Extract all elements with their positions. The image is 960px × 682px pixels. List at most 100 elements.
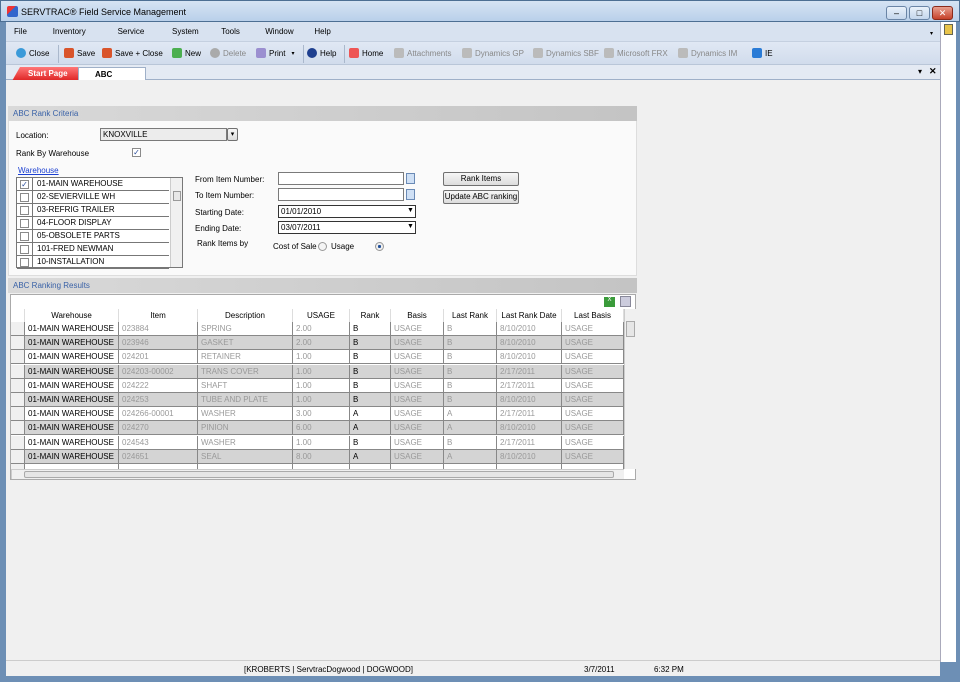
warehouse-checkbox[interactable] bbox=[20, 232, 29, 241]
menu-help[interactable]: Help bbox=[314, 27, 330, 36]
table-row[interactable]: 01-MAIN WAREHOUSE 024203-00002 TRANS COVER… bbox=[11, 364, 624, 379]
column-header-warehouse[interactable]: Warehouse bbox=[25, 309, 119, 322]
warehouse-checkbox[interactable] bbox=[20, 193, 29, 202]
menu-system[interactable]: System bbox=[172, 27, 199, 36]
maximize-button[interactable]: □ bbox=[909, 6, 930, 20]
row-selector[interactable] bbox=[11, 378, 25, 393]
print-button[interactable]: Print ▾ bbox=[256, 48, 294, 58]
menu-service[interactable]: Service bbox=[118, 27, 145, 36]
warehouse-checkbox[interactable]: ✓ bbox=[20, 180, 29, 189]
table-row[interactable]: 01-MAIN WAREHOUSE 023884 SPRING 2.00 B USAGE B… bbox=[11, 322, 624, 336]
column-header-rank[interactable]: Rank bbox=[350, 309, 391, 322]
home-button[interactable]: Home bbox=[349, 48, 383, 58]
from-item-lookup-icon[interactable] bbox=[406, 173, 415, 184]
menu-tools[interactable]: Tools bbox=[221, 27, 240, 36]
warehouse-list-item[interactable]: 02-SEVIERVILLE WH bbox=[17, 191, 169, 204]
from-item-input[interactable] bbox=[278, 172, 404, 185]
starting-date-picker[interactable]: 01/01/2010 bbox=[278, 205, 416, 218]
warehouse-list-item[interactable]: 04-FLOOR DISPLAY bbox=[17, 217, 169, 230]
table-row[interactable]: 01-MAIN WAREHOUSE 024270 PINION 6.00 A USAGE A… bbox=[11, 421, 624, 436]
menu-overflow-icon[interactable]: ▾ bbox=[930, 30, 933, 37]
table-row[interactable] bbox=[11, 464, 624, 469]
row-selector[interactable] bbox=[11, 407, 25, 422]
row-selector[interactable] bbox=[11, 393, 25, 407]
cell-last-rank bbox=[444, 464, 497, 469]
cell-basis: USAGE bbox=[391, 393, 444, 407]
usage-radio[interactable] bbox=[375, 242, 384, 251]
warehouse-checkbox[interactable] bbox=[20, 245, 29, 254]
save-close-button[interactable]: Save + Close bbox=[102, 48, 163, 58]
print-grid-icon[interactable] bbox=[620, 296, 631, 307]
warehouse-list-item[interactable]: 101-FRED NEWMAN bbox=[17, 243, 169, 256]
close-button[interactable]: Close bbox=[16, 48, 49, 58]
tab-abc-analysis[interactable]: ABC Analysis bbox=[78, 67, 146, 88]
cell-last-basis: USAGE bbox=[562, 364, 624, 379]
table-row[interactable]: 01-MAIN WAREHOUSE 024543 WASHER 1.00 B USAGE B… bbox=[11, 435, 624, 450]
table-row[interactable]: 01-MAIN WAREHOUSE 024651 SEAL 8.00 A USAGE A 8/… bbox=[11, 449, 624, 464]
row-selector[interactable] bbox=[11, 350, 25, 365]
column-header-item[interactable]: Item bbox=[119, 309, 198, 322]
warehouse-list-item[interactable]: 05-OBSOLETE PARTS bbox=[17, 230, 169, 243]
location-select[interactable]: KNOXVILLE bbox=[100, 128, 227, 141]
table-row[interactable]: 01-MAIN WAREHOUSE 024201 RETAINER 1.00 B USAG… bbox=[11, 350, 624, 365]
to-item-input[interactable] bbox=[278, 188, 404, 201]
column-header-usage[interactable]: USAGE bbox=[293, 309, 350, 322]
tab-start-page[interactable]: Start Page bbox=[12, 67, 80, 81]
grid-horizontal-scrollbar[interactable] bbox=[11, 469, 624, 479]
location-dropdown-button[interactable]: ▾ bbox=[227, 128, 238, 141]
close-tab-icon[interactable]: ✕ bbox=[929, 66, 937, 77]
warehouse-link[interactable]: Warehouse bbox=[18, 166, 59, 175]
help-button[interactable]: Help bbox=[307, 48, 336, 58]
warehouse-checkbox[interactable] bbox=[20, 219, 29, 228]
tab-list-dropdown-icon[interactable]: ▾ bbox=[918, 67, 922, 76]
to-item-lookup-icon[interactable] bbox=[406, 189, 415, 200]
column-header-last-rank-date[interactable]: Last Rank Date bbox=[497, 309, 562, 322]
row-selector[interactable] bbox=[11, 336, 25, 351]
cell-basis: USAGE bbox=[391, 407, 444, 422]
warehouse-checkbox[interactable] bbox=[20, 206, 29, 215]
cost-of-sale-radio[interactable] bbox=[318, 242, 327, 251]
table-row[interactable]: 01-MAIN WAREHOUSE 024253 TUBE AND PLATE 1.0… bbox=[11, 393, 624, 407]
rank-by-warehouse-checkbox[interactable]: ✓ bbox=[132, 148, 141, 157]
warehouse-checkbox[interactable] bbox=[20, 258, 29, 267]
table-row[interactable]: 01-MAIN WAREHOUSE 023946 GASKET 2.00 B USAGE B… bbox=[11, 336, 624, 351]
row-selector[interactable] bbox=[11, 364, 25, 379]
menu-window[interactable]: Window bbox=[265, 27, 293, 36]
rank-items-button[interactable]: Rank Items bbox=[443, 172, 519, 186]
starting-date-dropdown-icon[interactable]: ▼ bbox=[407, 207, 414, 214]
update-abc-ranking-button[interactable]: Update ABC ranking bbox=[443, 190, 519, 204]
row-selector[interactable] bbox=[11, 435, 25, 450]
save-button[interactable]: Save bbox=[64, 48, 95, 58]
row-selector[interactable] bbox=[11, 322, 25, 336]
warehouse-list-item[interactable]: 10-INSTALLATION bbox=[17, 256, 169, 269]
new-button[interactable]: New bbox=[172, 48, 201, 58]
column-header-last-rank[interactable]: Last Rank bbox=[444, 309, 497, 322]
column-header-description[interactable]: Description bbox=[198, 309, 293, 322]
row-selector[interactable] bbox=[11, 464, 25, 469]
cell-description: TUBE AND PLATE bbox=[198, 393, 293, 407]
warehouse-list-item[interactable]: ✓ 01-MAIN WAREHOUSE bbox=[17, 178, 169, 191]
status-time: 6:32 PM bbox=[654, 665, 684, 674]
export-excel-icon[interactable]: X bbox=[604, 297, 615, 307]
print-dropdown-arrow-icon[interactable]: ▾ bbox=[291, 50, 294, 57]
table-row[interactable]: 01-MAIN WAREHOUSE 024222 SHAFT 1.00 B USAGE B 2… bbox=[11, 378, 624, 393]
ending-date-picker[interactable]: 03/07/2011 bbox=[278, 221, 416, 234]
row-selector[interactable] bbox=[11, 449, 25, 464]
close-window-button[interactable]: ✕ bbox=[932, 6, 953, 20]
column-header-last-basis[interactable]: Last Basis bbox=[562, 309, 624, 322]
grid-vertical-scrollbar[interactable] bbox=[624, 309, 636, 469]
warehouse-list-item[interactable]: 03-REFRIG TRAILER bbox=[17, 204, 169, 217]
window-title: SERVTRAC® Field Service Management bbox=[21, 7, 187, 17]
menu-inventory[interactable]: Inventory bbox=[53, 27, 86, 36]
minimize-button[interactable]: – bbox=[886, 6, 907, 20]
column-header-basis[interactable]: Basis bbox=[391, 309, 444, 322]
lock-icon[interactable] bbox=[944, 24, 953, 35]
ie-button[interactable]: IE bbox=[752, 48, 773, 58]
table-row[interactable]: 01-MAIN WAREHOUSE 024266-00001 WASHER 3.00 A… bbox=[11, 407, 624, 422]
menu-file[interactable]: File bbox=[14, 27, 27, 36]
toolbar-label: IE bbox=[765, 48, 773, 58]
row-selector[interactable] bbox=[11, 421, 25, 436]
warehouse-name: 05-OBSOLETE PARTS bbox=[32, 230, 169, 243]
warehouse-list-scrollbar[interactable] bbox=[170, 178, 182, 267]
ending-date-dropdown-icon[interactable]: ▼ bbox=[407, 223, 414, 230]
